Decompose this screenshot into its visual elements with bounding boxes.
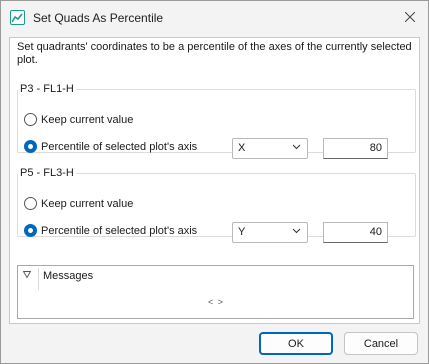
header-divider (38, 268, 39, 290)
group-legend: P3 - FL1-H (20, 83, 74, 95)
keep-current-radio[interactable] (24, 197, 37, 210)
percentile-option[interactable]: Percentile of selected plot's axis (24, 140, 197, 153)
axis-select-value: X (238, 142, 246, 154)
group-p5-fl3h: P5 - FL3-H Keep current value Percentile… (17, 167, 416, 243)
messages-nav[interactable]: < > (208, 297, 224, 307)
description-text: Set quadrants' coordinates to be a perce… (17, 41, 412, 66)
messages-panel: Messages < > (17, 265, 414, 319)
close-icon (405, 12, 415, 22)
ok-button[interactable]: OK (259, 332, 333, 355)
group-p3-fl1h: P3 - FL1-H Keep current value Percentile… (17, 83, 416, 159)
messages-label: Messages (43, 270, 94, 282)
keep-current-label: Keep current value (41, 113, 134, 126)
dialog-window: Set Quads As Percentile Set quadrants' c… (0, 0, 429, 364)
close-button[interactable] (392, 1, 428, 33)
axis-select[interactable]: Y (232, 222, 308, 243)
title-bar: Set Quads As Percentile (1, 1, 428, 33)
chart-icon (10, 10, 25, 25)
percentile-label: Percentile of selected plot's axis (41, 140, 198, 153)
percentile-radio[interactable] (24, 140, 37, 153)
percentile-label: Percentile of selected plot's axis (41, 224, 198, 237)
window-title: Set Quads As Percentile (33, 11, 164, 25)
triangle-down-icon[interactable] (22, 270, 32, 280)
keep-current-option[interactable]: Keep current value (24, 197, 133, 210)
percentile-radio[interactable] (24, 224, 37, 237)
percentile-input[interactable]: 80 (323, 138, 388, 159)
keep-current-option[interactable]: Keep current value (24, 113, 133, 126)
keep-current-label: Keep current value (41, 197, 134, 210)
keep-current-radio[interactable] (24, 113, 37, 126)
cancel-button[interactable]: Cancel (344, 332, 418, 355)
chevron-down-icon (292, 142, 301, 154)
dialog-content: Set quadrants' coordinates to be a perce… (9, 37, 420, 324)
percentile-input[interactable]: 40 (323, 222, 388, 243)
group-legend: P5 - FL3-H (20, 167, 74, 179)
axis-select-value: Y (238, 226, 246, 238)
axis-select[interactable]: X (232, 138, 308, 159)
percentile-option[interactable]: Percentile of selected plot's axis (24, 224, 197, 237)
chevron-down-icon (292, 226, 301, 238)
